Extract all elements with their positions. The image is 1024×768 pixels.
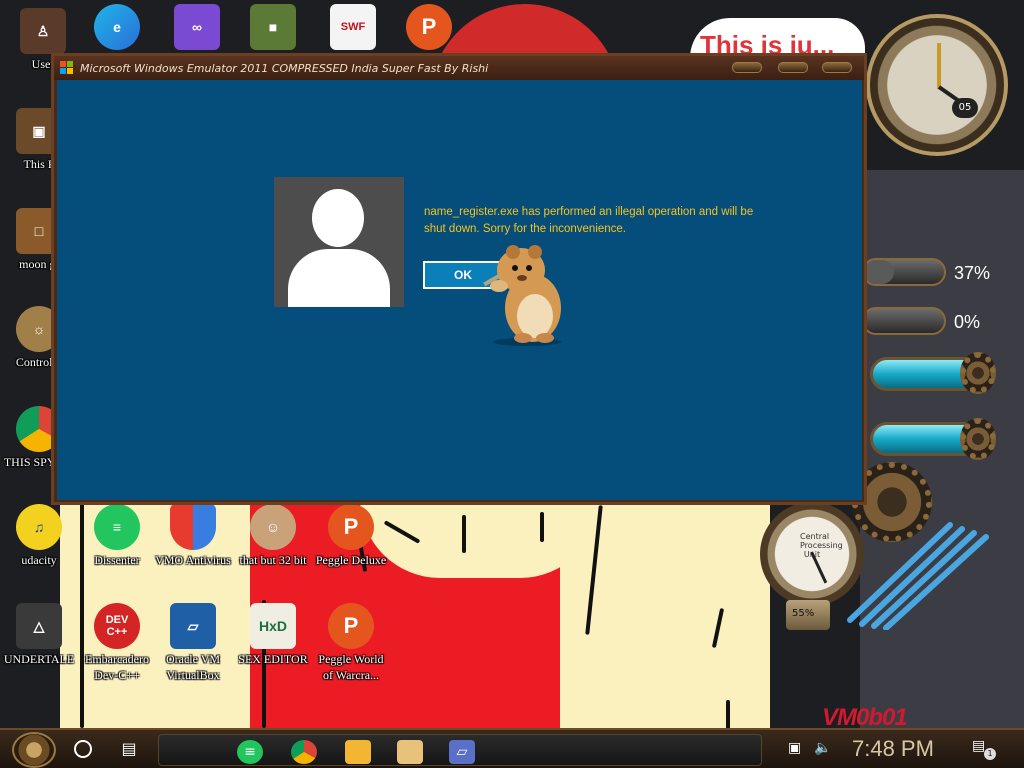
- desktop-icon-embarcadero[interactable]: DEV C++ Embarcadero Dev-C++: [78, 603, 156, 683]
- task-view-button[interactable]: ▤: [118, 739, 140, 759]
- devcpp-badge-bottom: C++: [106, 626, 128, 638]
- virtualbox-icon: ▱: [170, 603, 216, 649]
- desktop-icon-undertale[interactable]: △ UNDERTALE: [0, 603, 78, 667]
- desktop-icon-label: VMO Antivirus: [155, 553, 231, 567]
- desktop-icon-audacity[interactable]: ♫ udacity: [0, 504, 78, 568]
- wallpaper-stroke: [726, 700, 730, 730]
- volume-muted-icon[interactable]: 🔈: [814, 740, 831, 756]
- visual-studio-icon: ∞: [174, 4, 220, 50]
- hxd-icon: HxD: [250, 603, 296, 649]
- desktop-icon-label: Oracle VM VirtualBox: [165, 652, 221, 682]
- avatar-body: [288, 249, 390, 307]
- desktop-icon-vmo-antivirus[interactable]: VMO Antivirus: [154, 504, 232, 568]
- window-title: Microsoft Windows Emulator 2011 COMPRESS…: [80, 61, 489, 75]
- emulator-window: Microsoft Windows Emulator 2011 COMPRESS…: [51, 53, 867, 505]
- peggle-icon: P: [328, 504, 374, 550]
- portrait-icon: ☺: [250, 504, 296, 550]
- desktop-icon-dissenter[interactable]: ≡ Dissenter: [78, 504, 156, 568]
- desktop-icon-peggle-deluxe[interactable]: P Peggle Deluxe: [312, 504, 390, 568]
- desktop-icon-minecraft[interactable]: ■: [234, 4, 312, 52]
- swf-file-icon: SWF: [330, 4, 376, 50]
- taskbar-virtualbox-app[interactable]: ▱: [449, 740, 475, 764]
- antivirus-shield-icon: [170, 504, 216, 550]
- desktop-icon-label: Dissenter: [94, 553, 140, 567]
- desktop-icon-label: udacity: [21, 553, 57, 567]
- edge-icon: e: [94, 4, 140, 50]
- network-icon[interactable]: ▣: [788, 740, 801, 756]
- taskbar-peggle-app[interactable]: [397, 740, 423, 764]
- close-button[interactable]: [822, 62, 852, 73]
- desktop-icon-label: SEX EDITOR: [238, 652, 308, 666]
- desktop-icon-swf[interactable]: SWF: [314, 4, 392, 52]
- desktop-icon-hex-editor[interactable]: HxD SEX EDITOR: [234, 603, 312, 667]
- gear-icon: [960, 352, 996, 394]
- desktop-icon-edge[interactable]: e: [78, 4, 156, 52]
- error-dialog: name_register.exe has performed an illeg…: [57, 80, 862, 500]
- taskbar-file-explorer-app[interactable]: [345, 740, 371, 764]
- wallpaper-stroke: [462, 515, 466, 553]
- audacity-icon: ♫: [16, 504, 62, 550]
- steampunk-pipes: [847, 522, 989, 630]
- windows-logo-icon: [60, 61, 74, 75]
- gear-icon: [960, 418, 996, 460]
- maximize-button[interactable]: [778, 62, 808, 73]
- wallpaper-stroke: [540, 512, 544, 542]
- ram-meter-value: 0%: [954, 312, 981, 332]
- desktop-icon-label: Peggle World of Warcra...: [318, 652, 384, 682]
- desktop-icon-that-but-32-bit[interactable]: ☺ that but 32 bit: [234, 504, 312, 568]
- taskbar-dissenter-app[interactable]: ≡: [237, 740, 263, 764]
- devcpp-icon: DEV C++: [94, 603, 140, 649]
- start-button[interactable]: [12, 732, 56, 768]
- desktop-icon-visual-studio[interactable]: ∞: [158, 4, 236, 52]
- taskbar-app-tray: ≡ ▱: [158, 734, 762, 766]
- desktop-icon-label: that but 32 bit: [239, 553, 307, 567]
- ram-meter-gadget[interactable]: [862, 307, 946, 335]
- taskbar-clock[interactable]: 7:48 PM: [852, 736, 934, 762]
- steampunk-clock-gadget[interactable]: 05: [866, 14, 1008, 156]
- taskbar-chrome-app[interactable]: [291, 740, 317, 764]
- clock-badge: 05: [952, 98, 978, 118]
- desktop-icon-label: UNDERTALE: [3, 652, 75, 666]
- minimize-button[interactable]: [732, 62, 762, 73]
- desktop-icon-virtualbox[interactable]: ▱ Oracle VM VirtualBox: [154, 603, 232, 683]
- dissenter-icon: ≡: [94, 504, 140, 550]
- gauge-percent: 55%: [792, 608, 815, 619]
- notification-count: 1: [984, 748, 996, 760]
- cpu-meter-value: 37%: [954, 263, 991, 283]
- error-message: name_register.exe has performed an illeg…: [424, 206, 754, 235]
- desktop-icon-peggle-world[interactable]: P Peggle World of Warcra...: [312, 603, 390, 683]
- unity-icon: △: [16, 603, 62, 649]
- hamster-mascot: [483, 245, 561, 346]
- taskbar: ▤ ≡ ▱ ▣ 🔈 7:48 PM ▤ 1: [0, 728, 1024, 768]
- peggle-icon: P: [406, 4, 452, 50]
- desktop-icon-peggle[interactable]: P: [390, 4, 468, 52]
- notification-center-icon[interactable]: ▤ 1: [972, 738, 996, 760]
- clock-hour-hand: [937, 43, 941, 89]
- cpu-meter-gadget[interactable]: [862, 258, 946, 286]
- peggle-icon: P: [328, 603, 374, 649]
- user-avatar-tile: [274, 177, 404, 307]
- search-button[interactable]: [74, 740, 92, 758]
- cpu-meter-fill: [864, 260, 894, 284]
- avatar-head: [312, 189, 364, 247]
- cpu-gauge-gadget[interactable]: Central Processing Unit: [760, 502, 864, 606]
- desktop-icon-label: Embarcadero Dev-C++: [85, 652, 149, 682]
- desktop-icon-label: Peggle Deluxe: [315, 553, 387, 567]
- minecraft-icon: ■: [250, 4, 296, 50]
- user-folder-icon: ♙: [20, 8, 66, 54]
- devcpp-badge-top: DEV: [105, 614, 129, 626]
